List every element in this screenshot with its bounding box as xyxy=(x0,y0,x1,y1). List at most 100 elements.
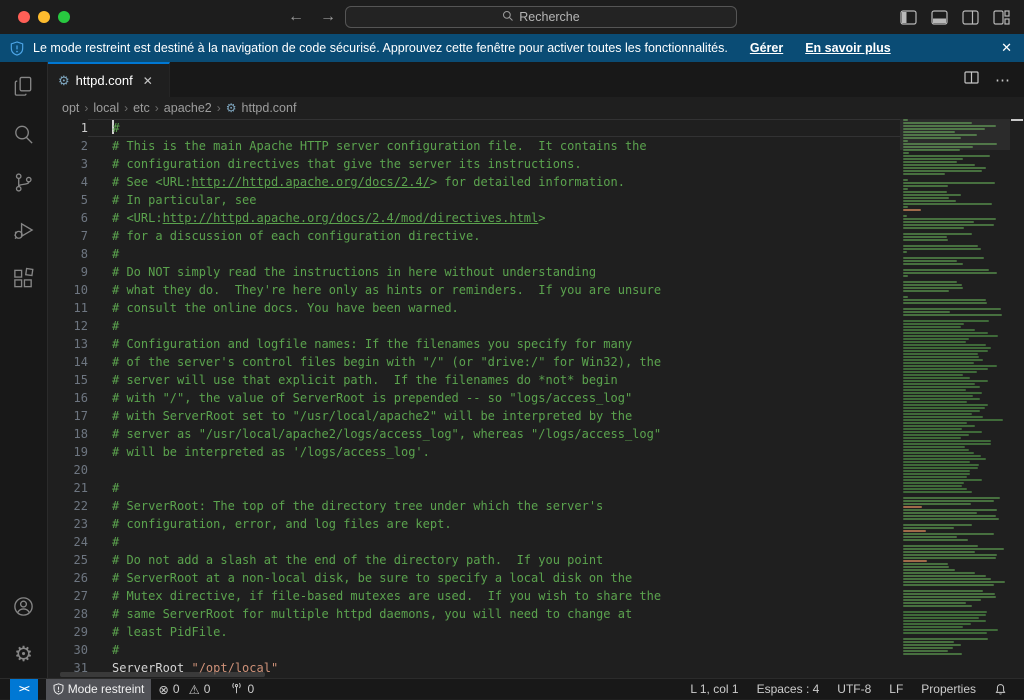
tab-httpd-conf[interactable]: ⚙ httpd.conf ✕ xyxy=(48,62,170,97)
code-line[interactable]: 5# In particular, see xyxy=(48,191,900,209)
ports-status[interactable]: 0 xyxy=(223,679,261,700)
minimap-slider[interactable] xyxy=(900,119,1010,150)
cursor-position-status[interactable]: L 1, col 1 xyxy=(681,679,747,700)
code-line[interactable]: 6# <URL:http://httpd.apache.org/docs/2.4… xyxy=(48,209,900,227)
language-mode-status[interactable]: Properties xyxy=(912,679,985,700)
eol-status[interactable]: LF xyxy=(880,679,912,700)
minimap-line xyxy=(903,572,975,574)
tab-close-icon[interactable]: ✕ xyxy=(143,74,153,88)
customize-layout-icon[interactable] xyxy=(993,10,1010,25)
search-view-icon[interactable] xyxy=(0,110,48,158)
banner-message: Le mode restreint est destiné à la navig… xyxy=(33,41,728,55)
minimap-line xyxy=(903,290,949,292)
accounts-icon[interactable] xyxy=(0,582,48,630)
code-line[interactable]: 19# will be interpreted as '/logs/access… xyxy=(48,443,900,461)
minimap-line xyxy=(903,284,962,286)
explorer-icon[interactable] xyxy=(0,62,48,110)
navigate-forward-icon[interactable]: → xyxy=(320,8,336,26)
minimap-line xyxy=(903,287,963,289)
line-content: # for a discussion of each configuration… xyxy=(88,227,900,245)
code-line[interactable]: 25# Do not add a slash at the end of the… xyxy=(48,551,900,569)
code-line[interactable]: 30# xyxy=(48,641,900,659)
minimap-line xyxy=(903,338,969,340)
extensions-icon[interactable] xyxy=(0,254,48,302)
code-line[interactable]: 8# xyxy=(48,245,900,263)
line-content: # consult the online docs. You have been… xyxy=(88,299,900,317)
code-line[interactable]: 18# server as "/usr/local/apache2/logs/a… xyxy=(48,425,900,443)
minimap-line xyxy=(903,260,957,262)
split-editor-icon[interactable] xyxy=(964,71,979,89)
code-line[interactable]: 28# same ServerRoot for multiple httpd d… xyxy=(48,605,900,623)
code-line[interactable]: 15# server will use that explicit path. … xyxy=(48,371,900,389)
run-debug-icon[interactable] xyxy=(0,206,48,254)
zoom-window-button[interactable] xyxy=(58,11,70,23)
line-number: 12 xyxy=(48,317,88,335)
code-line[interactable]: 27# Mutex directive, if file-based mutex… xyxy=(48,587,900,605)
code-line[interactable]: 13# Configuration and logfile names: If … xyxy=(48,335,900,353)
minimap-line xyxy=(903,164,975,166)
manage-trust-link[interactable]: Gérer xyxy=(750,41,783,55)
navigate-back-icon[interactable]: ← xyxy=(288,8,304,26)
code-line[interactable]: 10# what they do. They're here only as h… xyxy=(48,281,900,299)
minimize-window-button[interactable] xyxy=(38,11,50,23)
minimap-line xyxy=(903,293,1010,295)
minimap[interactable] xyxy=(900,119,1010,678)
breadcrumb[interactable]: opt›local›etc›apache2›⚙httpd.conf xyxy=(48,97,1024,119)
code-line[interactable]: 1# xyxy=(48,119,900,137)
code-line[interactable]: 29# least PidFile. xyxy=(48,623,900,641)
code-line[interactable]: 20 xyxy=(48,461,900,479)
code-line[interactable]: 16# with "/", the value of ServerRoot is… xyxy=(48,389,900,407)
command-center-search[interactable]: Recherche xyxy=(345,6,737,28)
notifications-bell-icon[interactable] xyxy=(985,679,1016,700)
code-line[interactable]: 4# See <URL:http://httpd.apache.org/docs… xyxy=(48,173,900,191)
code-line[interactable]: 12# xyxy=(48,317,900,335)
minimap-line xyxy=(903,161,957,163)
minimap-line xyxy=(903,428,962,430)
line-content: # will be interpreted as '/logs/access_l… xyxy=(88,443,900,461)
code-line[interactable]: 26# ServerRoot at a non-local disk, be s… xyxy=(48,569,900,587)
toggle-primary-sidebar-icon[interactable] xyxy=(900,10,917,25)
code-line[interactable]: 9# Do NOT simply read the instructions i… xyxy=(48,263,900,281)
code-line[interactable]: 22# ServerRoot: The top of the directory… xyxy=(48,497,900,515)
indentation-status[interactable]: Espaces : 4 xyxy=(748,679,829,700)
code-line[interactable]: 3# configuration directives that give th… xyxy=(48,155,900,173)
code-line[interactable]: 2# This is the main Apache HTTP server c… xyxy=(48,137,900,155)
line-content: # xyxy=(88,533,900,551)
code-editor[interactable]: 1#2# This is the main Apache HTTP server… xyxy=(48,119,1024,678)
encoding-status[interactable]: UTF-8 xyxy=(828,679,880,700)
toggle-secondary-sidebar-icon[interactable] xyxy=(962,10,979,25)
learn-more-link[interactable]: En savoir plus xyxy=(805,41,890,55)
close-window-button[interactable] xyxy=(18,11,30,23)
window-controls xyxy=(18,11,70,23)
breadcrumb-item[interactable]: local xyxy=(93,101,119,115)
breadcrumb-item[interactable]: etc xyxy=(133,101,150,115)
restricted-mode-status[interactable]: Mode restreint xyxy=(46,679,152,700)
code-line[interactable]: 21# xyxy=(48,479,900,497)
source-control-icon[interactable] xyxy=(0,158,48,206)
code-line[interactable]: 14# of the server's control files begin … xyxy=(48,353,900,371)
minimap-line xyxy=(903,416,983,418)
problems-status[interactable]: ⊗ 0 ⚠ 0 xyxy=(151,679,217,700)
remote-indicator[interactable]: >< xyxy=(10,679,38,700)
minimap-line xyxy=(903,626,963,628)
line-content: # Do not add a slash at the end of the d… xyxy=(88,551,900,569)
more-actions-icon[interactable]: ⋯ xyxy=(995,71,1010,89)
minimap-line xyxy=(903,215,907,217)
search-icon xyxy=(502,10,514,25)
line-content: # what they do. They're here only as hin… xyxy=(88,281,900,299)
code-line[interactable]: 11# consult the online docs. You have be… xyxy=(48,299,900,317)
code-line[interactable]: 7# for a discussion of each configuratio… xyxy=(48,227,900,245)
minimap-line xyxy=(903,641,954,643)
minimap-line xyxy=(903,557,996,559)
breadcrumb-file[interactable]: httpd.conf xyxy=(242,101,297,115)
settings-gear-icon[interactable]: ⚙ xyxy=(0,630,48,678)
breadcrumb-item[interactable]: opt xyxy=(62,101,79,115)
line-number: 8 xyxy=(48,245,88,263)
horizontal-scrollbar[interactable] xyxy=(60,672,265,677)
code-line[interactable]: 17# with ServerRoot set to "/usr/local/a… xyxy=(48,407,900,425)
banner-close-icon[interactable]: ✕ xyxy=(1001,40,1012,56)
code-line[interactable]: 24# xyxy=(48,533,900,551)
code-line[interactable]: 23# configuration, error, and log files … xyxy=(48,515,900,533)
breadcrumb-item[interactable]: apache2 xyxy=(164,101,212,115)
toggle-panel-icon[interactable] xyxy=(931,10,948,25)
